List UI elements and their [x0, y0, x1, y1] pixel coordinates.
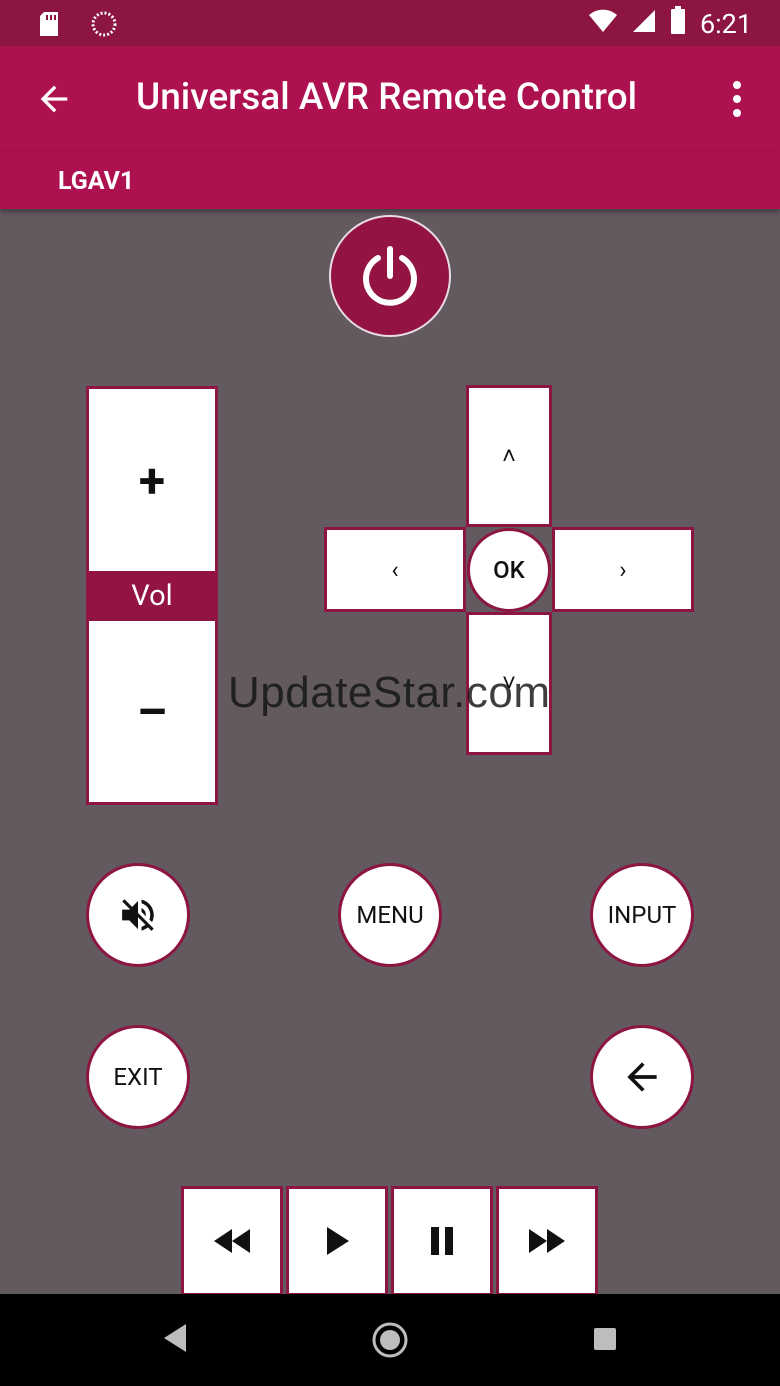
exit-label: EXIT [113, 1063, 163, 1091]
dpad-ok-button[interactable]: OK [467, 528, 551, 612]
volume-up-label: + [138, 451, 166, 509]
arrow-back-icon [40, 85, 68, 113]
dpad-right-button[interactable]: › [552, 527, 694, 612]
nav-back-icon [164, 1324, 186, 1352]
chevron-right-icon: › [619, 555, 627, 584]
device-tab-bar: LGAV1 [0, 152, 780, 209]
nav-recents-button[interactable] [592, 1326, 618, 1356]
clock: 6:21 [699, 7, 752, 40]
back-button[interactable] [34, 79, 74, 119]
input-label: INPUT [607, 901, 677, 929]
back-arrow-icon [627, 1062, 657, 1092]
pause-button[interactable] [391, 1186, 493, 1296]
page-title: Universal AVR Remote Control [136, 76, 638, 119]
sd-card-icon [38, 11, 60, 41]
input-button[interactable]: INPUT [590, 863, 694, 967]
chevron-up-icon: ˄ [501, 441, 516, 470]
play-button[interactable] [286, 1186, 388, 1296]
rewind-button[interactable] [181, 1186, 283, 1296]
signal-icon [632, 8, 656, 40]
mute-button[interactable] [86, 863, 190, 967]
fast-forward-icon [529, 1229, 565, 1253]
pause-icon [431, 1227, 453, 1255]
dpad-left-button[interactable]: ‹ [324, 527, 466, 612]
status-bar: 6:21 [0, 0, 780, 46]
nav-home-button[interactable] [370, 1320, 410, 1364]
app-bar: Universal AVR Remote Control [0, 46, 780, 152]
volume-down-label: – [136, 683, 168, 740]
play-icon [327, 1227, 349, 1255]
navigation-bar [0, 1294, 780, 1386]
fast-forward-button[interactable] [496, 1186, 598, 1296]
volume-down-button[interactable]: – [86, 618, 218, 805]
nav-home-icon [372, 1322, 408, 1358]
rewind-icon [214, 1229, 250, 1253]
tab-device[interactable]: LGAV1 [58, 167, 134, 196]
power-button[interactable] [329, 215, 451, 337]
nav-back-button[interactable] [160, 1318, 190, 1362]
chevron-left-icon: ‹ [391, 555, 399, 584]
wifi-icon [588, 8, 618, 40]
dpad-up-button[interactable]: ˄ [466, 385, 552, 527]
watermark: UpdateStar.com [228, 668, 551, 717]
menu-label: MENU [356, 901, 424, 929]
volume-label: Vol [86, 572, 218, 620]
power-icon [363, 246, 417, 306]
battery-icon [670, 6, 686, 41]
loading-icon [90, 10, 118, 42]
nav-recents-icon [594, 1328, 616, 1350]
mute-icon [122, 899, 154, 931]
remote-back-button[interactable] [590, 1025, 694, 1129]
volume-up-button[interactable]: + [86, 386, 218, 574]
menu-button[interactable]: MENU [338, 863, 442, 967]
overflow-menu-icon [733, 81, 741, 117]
overflow-menu-button[interactable] [722, 79, 752, 119]
exit-button[interactable]: EXIT [86, 1025, 190, 1129]
ok-label: OK [493, 556, 525, 584]
